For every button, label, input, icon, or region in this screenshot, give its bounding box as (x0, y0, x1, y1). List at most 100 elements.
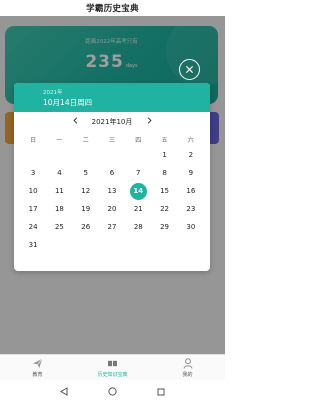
calendar-day[interactable]: 10 (20, 182, 46, 200)
weekday-label: 三 (108, 136, 115, 144)
calendar-empty-cell (73, 146, 99, 164)
calendar-day-label: 12 (81, 187, 91, 195)
system-navigation-bar (0, 380, 225, 400)
weekday-header: 日 一 二 三 四 五 六 (14, 132, 210, 146)
calendar-day[interactable]: 15 (151, 182, 177, 200)
month-navigator: 2021年10月 (14, 112, 210, 132)
calendar-day-label: 7 (136, 169, 141, 177)
calendar-day[interactable]: 25 (46, 218, 72, 236)
weekday-label: 五 (161, 136, 168, 144)
calendar-day[interactable]: 16 (178, 182, 204, 200)
calendar-day[interactable]: 21 (125, 200, 151, 218)
calendar-day-label: 14 (129, 182, 147, 200)
calendar-empty-cell (46, 146, 72, 164)
calendar-day[interactable]: 1 (151, 146, 177, 164)
calendar-day-label: 16 (186, 187, 196, 195)
calendar-day-label: 5 (83, 169, 88, 177)
calendar-day-label: 20 (107, 205, 117, 213)
calendar-day-label: 24 (28, 223, 38, 231)
calendar-empty-cell (20, 146, 46, 164)
calendar-day-label: 31 (28, 241, 38, 249)
prev-month-button[interactable] (67, 117, 83, 127)
calendar-day[interactable]: 29 (151, 218, 177, 236)
title-bar: 学霸历史宝典 (0, 0, 225, 16)
calendar-day-label: 30 (186, 223, 196, 231)
recents-button[interactable] (157, 381, 165, 400)
next-month-button[interactable] (141, 117, 157, 127)
weekday-label: 二 (82, 136, 89, 144)
calendar-empty-cell (99, 146, 125, 164)
selected-date[interactable]: 10月14日周四 (43, 97, 210, 108)
back-triangle-icon (60, 386, 68, 396)
calendar-day-label: 28 (133, 223, 143, 231)
calendar-day[interactable]: 3 (20, 164, 46, 182)
calendar-day-label: 17 (28, 205, 38, 213)
calendar-day-label: 27 (107, 223, 117, 231)
calendar-day[interactable]: 11 (46, 182, 72, 200)
home-button[interactable] (108, 381, 117, 400)
calendar-day[interactable]: 27 (99, 218, 125, 236)
calendar-day[interactable]: 8 (151, 164, 177, 182)
user-icon (183, 358, 193, 370)
calendar-day[interactable]: 4 (46, 164, 72, 182)
selected-year[interactable]: 2021年 (43, 88, 210, 96)
calendar-day[interactable]: 17 (20, 200, 46, 218)
calendar-day-label: 23 (186, 205, 196, 213)
recents-square-icon (157, 388, 165, 395)
calendar-day-label: 10 (28, 187, 38, 195)
weekday-label: 一 (56, 136, 63, 144)
calendar-day-label: 1 (162, 151, 167, 159)
weekday-label: 日 (30, 136, 37, 144)
calendar-day[interactable]: 23 (178, 200, 204, 218)
date-picker-dialog: 2021年 10月14日周四 2021年10月 日 一 二 三 四 五 六 12… (14, 83, 210, 271)
nav-tab-mine[interactable]: 我的 (150, 355, 225, 380)
nav-tab-history-book[interactable]: 历史知识宝典 (75, 355, 150, 380)
calendar-day[interactable]: 20 (99, 200, 125, 218)
calendar-day[interactable]: 7 (125, 164, 151, 182)
calendar-day-label: 8 (162, 169, 167, 177)
calendar-day-label: 29 (160, 223, 170, 231)
close-button[interactable] (179, 59, 200, 80)
calendar-day-label: 26 (81, 223, 91, 231)
calendar-day[interactable]: 31 (20, 236, 46, 254)
nav-tab-education[interactable]: 教育 (0, 355, 75, 380)
calendar-day[interactable]: 9 (178, 164, 204, 182)
paper-plane-icon (32, 358, 43, 370)
back-button[interactable] (60, 381, 68, 400)
chevron-left-icon (72, 117, 77, 124)
calendar-day[interactable]: 13 (99, 182, 125, 200)
calendar-day[interactable]: 28 (125, 218, 151, 236)
home-circle-icon (108, 386, 117, 396)
calendar-day-label: 25 (54, 223, 64, 231)
calendar-day[interactable]: 22 (151, 200, 177, 218)
chevron-right-icon (147, 117, 152, 124)
calendar-day[interactable]: 2 (178, 146, 204, 164)
calendar-day[interactable]: 24 (20, 218, 46, 236)
calendar-day[interactable]: 14 (125, 182, 151, 200)
calendar-day[interactable]: 5 (73, 164, 99, 182)
calendar-day-label: 15 (160, 187, 170, 195)
app-title: 学霸历史宝典 (86, 4, 139, 14)
nav-label-history-book: 历史知识宝典 (97, 371, 128, 378)
calendar-day-label: 2 (188, 151, 194, 159)
date-picker-header: 2021年 10月14日周四 (14, 83, 210, 112)
calendar-day[interactable]: 19 (73, 200, 99, 218)
calendar-day-label: 6 (109, 169, 115, 177)
calendar-day-label: 19 (81, 205, 91, 213)
calendar-day-label: 18 (54, 205, 64, 213)
calendar-day-label: 3 (30, 169, 36, 177)
calendar-day-label: 22 (160, 205, 170, 213)
calendar-day[interactable]: 6 (99, 164, 125, 182)
calendar-day[interactable]: 12 (73, 182, 99, 200)
calendar-empty-cell (125, 146, 151, 164)
calendar-grid: 1 2 3 4 5 6 7 8 9 10 11 12 13 14 15 16 17 18 19 20 21 22 23 24 2… (14, 146, 210, 254)
calendar-day[interactable]: 26 (73, 218, 99, 236)
weekday-label: 四 (135, 136, 142, 144)
nav-label-education: 教育 (32, 371, 43, 378)
nav-label-mine: 我的 (182, 371, 193, 378)
calendar-day-label: 13 (107, 187, 117, 195)
bottom-navigation: 教育 历史知识宝典 我的 (0, 354, 225, 380)
calendar-day-label: 21 (133, 205, 143, 213)
calendar-day[interactable]: 30 (178, 218, 204, 236)
calendar-day[interactable]: 18 (46, 200, 72, 218)
